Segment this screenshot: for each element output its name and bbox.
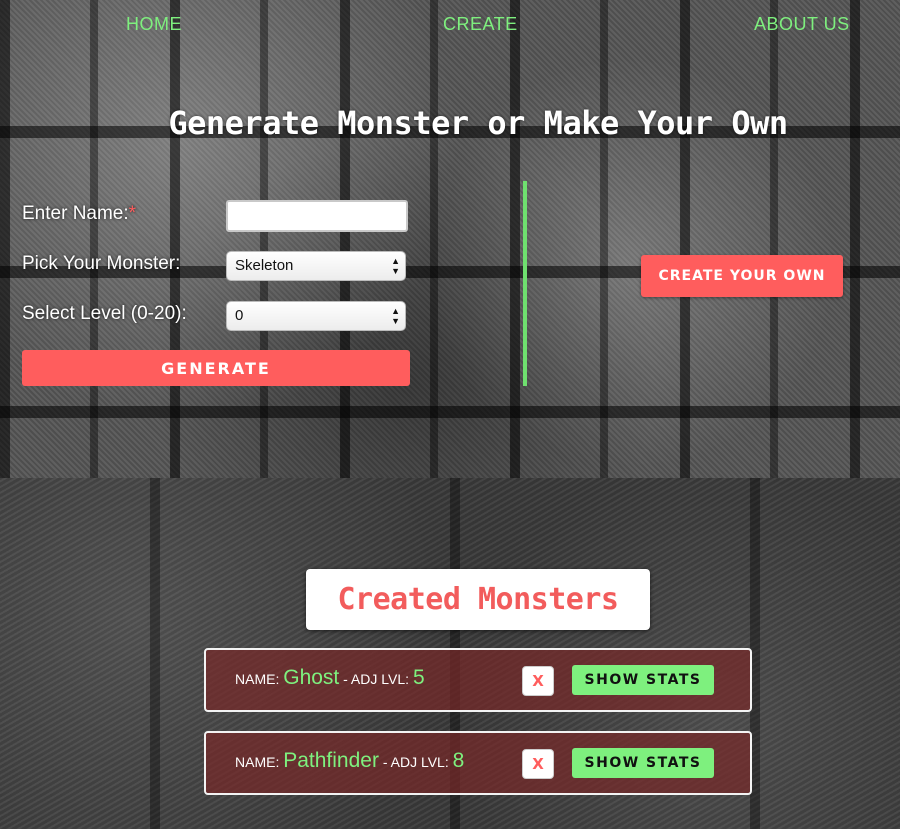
top-nav: HOME CREATE ABOUT US: [0, 14, 900, 40]
name-label-text: Enter Name:: [22, 203, 129, 224]
monster-level: 5: [412, 666, 425, 689]
level-select-value: 0: [235, 307, 244, 324]
nav-home[interactable]: HOME: [126, 14, 182, 35]
monster-select[interactable]: Skeleton ▲ ▼: [226, 251, 406, 281]
hero-background: [0, 0, 900, 478]
page-title: Generate Monster or Make Your Own: [168, 104, 788, 142]
nav-about-us[interactable]: ABOUT US: [754, 14, 850, 35]
level-label: Select Level (0-20):: [22, 303, 187, 324]
required-marker: *: [128, 203, 137, 224]
monster-label: Pick Your Monster:: [22, 253, 181, 274]
name-input[interactable]: [226, 200, 408, 232]
delete-monster-button[interactable]: X: [522, 666, 554, 696]
show-stats-button[interactable]: SHOW STATS: [572, 748, 714, 778]
section-divider: [523, 181, 527, 386]
create-your-own-button[interactable]: CREATE YOUR OWN: [641, 255, 843, 297]
created-monsters-header: Created Monsters: [306, 569, 650, 630]
monster-level: 8: [452, 749, 465, 772]
select-arrows-icon: ▲ ▼: [391, 306, 400, 326]
created-monsters-title: Created Monsters: [337, 582, 619, 617]
level-prefix: - ADJ LVL:: [343, 671, 410, 687]
monster-select-value: Skeleton: [235, 257, 294, 274]
level-select[interactable]: 0 ▲ ▼: [226, 301, 406, 331]
monster-card: NAME: Pathfinder - ADJ LVL: 8 X SHOW STA…: [204, 731, 752, 795]
monster-info: NAME: Pathfinder - ADJ LVL: 8: [235, 749, 464, 773]
monster-name: Pathfinder: [283, 749, 379, 772]
monster-name: Ghost: [283, 666, 340, 689]
show-stats-button[interactable]: SHOW STATS: [572, 665, 714, 695]
name-prefix: NAME:: [235, 671, 280, 687]
select-arrows-icon: ▲ ▼: [391, 256, 400, 276]
generate-button[interactable]: GENERATE: [22, 350, 410, 386]
nav-create[interactable]: CREATE: [443, 14, 518, 35]
level-prefix: - ADJ LVL:: [382, 754, 449, 770]
name-label: Enter Name:*: [22, 203, 136, 225]
delete-monster-button[interactable]: X: [522, 749, 554, 779]
name-prefix: NAME:: [235, 754, 280, 770]
monster-info: NAME: Ghost - ADJ LVL: 5: [235, 666, 425, 690]
monster-card: NAME: Ghost - ADJ LVL: 5 X SHOW STATS: [204, 648, 752, 712]
